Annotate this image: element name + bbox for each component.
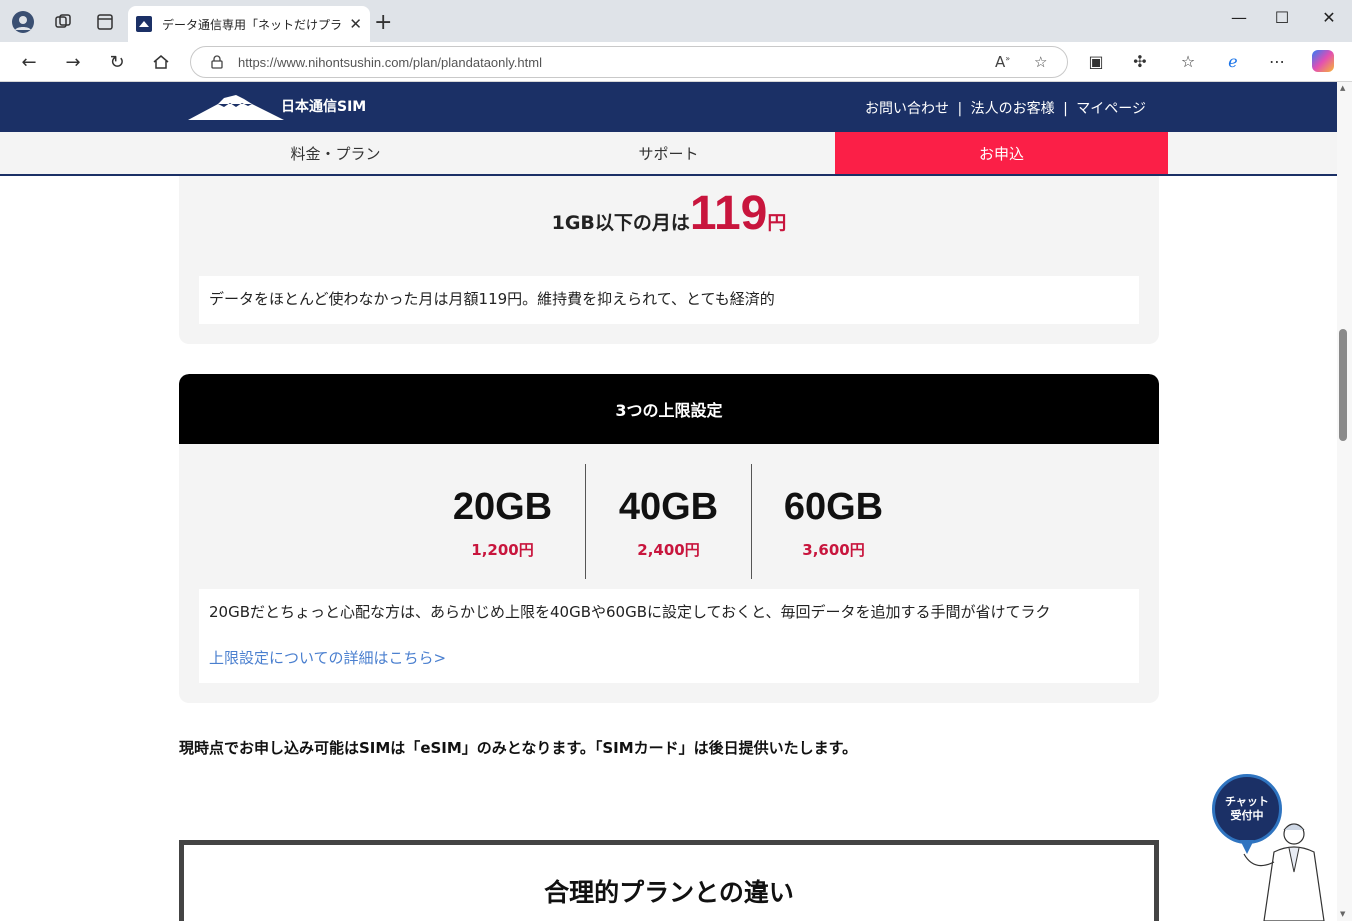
tab-close-icon[interactable]: ✕ — [349, 15, 362, 33]
favorite-star-icon[interactable]: ☆ — [1034, 53, 1047, 71]
business-link[interactable]: 法人のお客様 — [971, 101, 1055, 117]
global-nav: 料金・プラン サポート お申込 — [0, 132, 1337, 176]
copilot-icon[interactable] — [1312, 50, 1334, 72]
extensions-icon[interactable]: ✣ — [1128, 52, 1152, 71]
chat-button[interactable]: チャット 受付中 — [1212, 774, 1282, 844]
site-header: 日本通信SIM お問い合わせ | 法人のお客様 | マイページ — [0, 82, 1337, 132]
cap-option-40gb: 40GB 2,400円 — [586, 464, 751, 560]
contact-link[interactable]: お問い合わせ — [865, 101, 949, 117]
cap-option-20gb: 20GB 1,200円 — [420, 464, 585, 560]
cap-detail-link[interactable]: 上限設定についての詳細はこちら> — [209, 647, 1129, 668]
browser-essentials-icon[interactable]: ▣ — [1084, 52, 1108, 71]
comparison-section: 合理的プランとの違い — [179, 840, 1159, 921]
maximize-icon[interactable]: ☐ — [1267, 8, 1297, 27]
browser-toolbar: ← → ↻ https://www.nihontsushin.com/plan/… — [0, 42, 1352, 82]
header-separator: | — [1063, 101, 1068, 117]
minimize-icon[interactable]: — — [1224, 8, 1254, 27]
scroll-down-icon[interactable]: ▼ — [1340, 910, 1345, 918]
scrollbar-thumb[interactable] — [1339, 329, 1347, 441]
cap-description-text: 20GBだとちょっと心配な方は、あらかじめ上限を40GBや60GBに設定しておく… — [209, 603, 1051, 621]
more-options-icon[interactable]: ⋯ — [1265, 52, 1289, 71]
low-usage-card: 1GB以下の月は119円 データをほとんど使わなかった月は月額119円。維持費を… — [179, 176, 1159, 344]
mount-fuji-logo-icon[interactable] — [188, 94, 284, 120]
close-window-icon[interactable]: ✕ — [1314, 8, 1344, 27]
lock-icon — [211, 55, 223, 73]
price-unit: 円 — [767, 212, 787, 234]
low-usage-price: 1GB以下の月は119円 — [179, 186, 1159, 241]
site-logo-text[interactable]: 日本通信SIM — [281, 96, 366, 116]
tab-active[interactable]: データ通信専用「ネットだけプラン」| E ✕ — [128, 6, 370, 42]
low-usage-description-text: データをほとんど使わなかった月は月額119円。維持費を抑えられて、とても経済的 — [209, 290, 775, 308]
price-amount: 119 — [689, 187, 768, 240]
cap-size: 40GB — [618, 486, 719, 528]
cap-settings-title: 3つの上限設定 — [179, 374, 1159, 444]
collections-icon[interactable]: ℯ — [1221, 52, 1245, 71]
chat-line1: チャット — [1225, 795, 1269, 808]
header-links: お問い合わせ | 法人のお客様 | マイページ — [863, 98, 1148, 118]
cap-price: 1,200円 — [471, 541, 534, 559]
cap-description: 20GBだとちょっと心配な方は、あらかじめ上限を40GBや60GBに設定しておく… — [199, 589, 1139, 683]
nav-plans[interactable]: 料金・プラン — [169, 132, 502, 174]
esim-notice: 現時点でお申し込み可能はSIMは「eSIM」のみとなります。「SIMカード」は後… — [179, 739, 858, 757]
cap-price: 2,400円 — [637, 541, 700, 559]
browser-titlebar: データ通信専用「ネットだけプラン」| E ✕ + — ☐ ✕ — [0, 0, 1352, 42]
cap-size: 20GB — [452, 486, 553, 528]
chat-bubble-tail — [1240, 840, 1254, 854]
address-bar[interactable]: https://www.nihontsushin.com/plan/planda… — [190, 46, 1068, 78]
refresh-icon[interactable]: ↻ — [103, 48, 131, 76]
tab-actions-icon[interactable] — [92, 9, 118, 35]
scroll-up-icon[interactable]: ▲ — [1340, 84, 1345, 92]
comparison-title: 合理的プランとの違い — [544, 878, 794, 907]
scrollbar[interactable] — [1337, 82, 1352, 921]
back-icon[interactable]: ← — [15, 48, 43, 76]
nav-support[interactable]: サポート — [502, 132, 835, 174]
nav-apply[interactable]: お申込 — [835, 132, 1168, 174]
tab-title: データ通信専用「ネットだけプラン」| E — [162, 17, 343, 32]
header-separator: | — [957, 101, 963, 117]
cap-size: 60GB — [783, 486, 884, 528]
page-viewport: 日本通信SIM お問い合わせ | 法人のお客様 | マイページ 料金・プラン サ… — [0, 82, 1352, 921]
profile-avatar-icon[interactable] — [10, 9, 36, 35]
cap-price: 3,600円 — [802, 541, 865, 559]
mypage-link[interactable]: マイページ — [1076, 101, 1146, 117]
forward-icon[interactable]: → — [59, 48, 87, 76]
read-aloud-icon[interactable]: A» — [995, 53, 1010, 71]
cap-settings-card: 3つの上限設定 20GB 1,200円 40GB 2,400円 60GB 3,6… — [179, 374, 1159, 703]
new-tab-button[interactable]: + — [374, 10, 392, 35]
home-icon[interactable] — [147, 48, 175, 76]
chat-line2: 受付中 — [1230, 809, 1264, 822]
workspaces-icon[interactable] — [50, 9, 76, 35]
price-prefix: 1GB以下の月は — [551, 212, 690, 234]
site-favicon-icon — [136, 16, 152, 32]
favorites-icon[interactable]: ☆ — [1176, 52, 1200, 71]
cap-option-60gb: 60GB 3,600円 — [751, 464, 916, 560]
low-usage-description: データをほとんど使わなかった月は月額119円。維持費を抑えられて、とても経済的 — [199, 276, 1139, 324]
url-text: https://www.nihontsushin.com/plan/planda… — [238, 55, 542, 70]
